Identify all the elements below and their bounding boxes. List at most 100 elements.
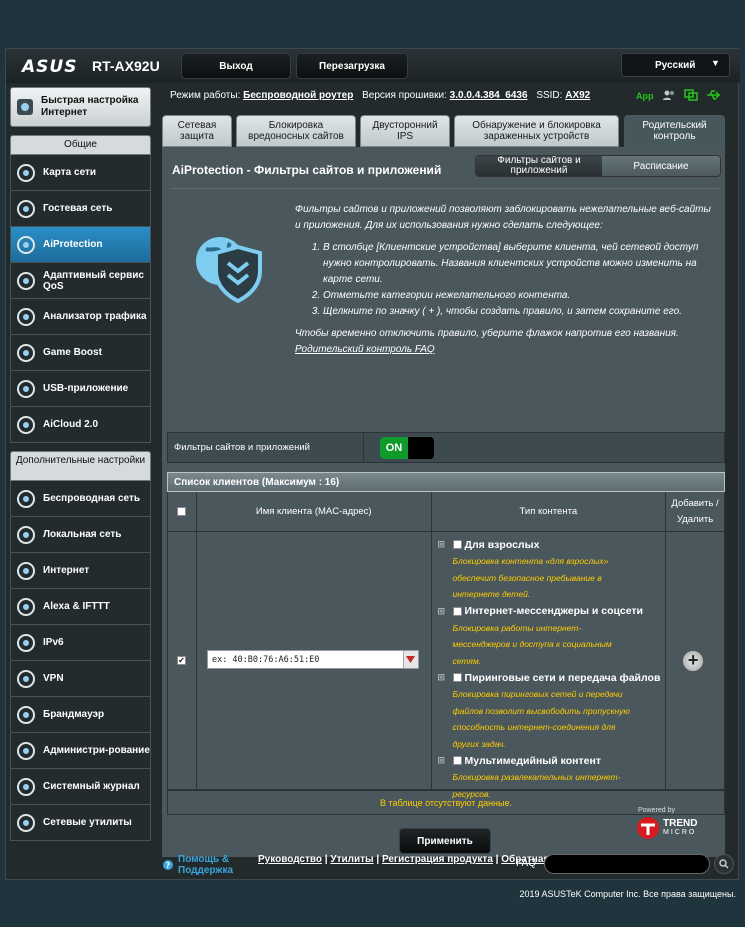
app-label[interactable]: App: [636, 91, 654, 101]
tab-parental-control[interactable]: Родительский контроль: [624, 115, 725, 147]
sidebar-item-label: USB-приложение: [43, 383, 129, 394]
sidebar-item-qos[interactable]: Адаптивный сервис QoS: [10, 263, 151, 299]
qos-icon: [15, 270, 37, 292]
sidebar-item-label: Сетевые утилиты: [43, 817, 132, 828]
client-mac-input[interactable]: ex: 40:B0:76:A6:51:E0: [206, 650, 419, 669]
filter-enable-switch[interactable]: ON: [380, 436, 434, 459]
wireless-icon: [15, 488, 37, 510]
expand-icon[interactable]: ⊞: [438, 606, 447, 617]
general-group-header: Общие: [10, 135, 151, 155]
firmware-link[interactable]: 3.0.0.4.384_6436: [450, 90, 528, 101]
subpage-switch: Фильтры сайтов и приложений Расписание: [475, 155, 721, 177]
client-list-dropdown-icon[interactable]: [402, 651, 418, 668]
tab-web-app-filters[interactable]: Фильтры сайтов и приложений: [476, 156, 602, 176]
admin-icon: [15, 740, 37, 762]
content-type-cell: ⊞ Для взрослых Блокировка контента «для в…: [432, 532, 667, 799]
sidebar-item-label: Администри-рование: [43, 745, 150, 756]
lan-icon: [15, 524, 37, 546]
sidebar-item-wireless[interactable]: Беспроводная сеть: [10, 481, 151, 517]
category-adult-checkbox[interactable]: [452, 540, 462, 549]
traffic-analyzer-icon: [15, 306, 37, 328]
switch-on-label: ON: [380, 436, 408, 459]
vpn-icon: [15, 668, 37, 690]
ipv6-icon: [15, 632, 37, 654]
sidebar-item-tools[interactable]: Сетевые утилиты: [10, 805, 151, 841]
utilities-link[interactable]: Утилиты: [330, 854, 373, 865]
sidebar-item-syslog[interactable]: Системный журнал: [10, 769, 151, 805]
sidebar-item-ipv6[interactable]: IPv6: [10, 625, 151, 661]
tab-malicious-sites[interactable]: Блокировка вредоносных сайтов: [236, 115, 356, 147]
registration-link[interactable]: Регистрация продукта: [382, 854, 493, 865]
help-icon: ?: [163, 860, 173, 870]
model-name: RT-AX92U: [92, 58, 160, 74]
syslog-icon: [15, 776, 37, 798]
sidebar-item-label: Адаптивный сервис QoS: [43, 269, 144, 292]
tab-network-protection[interactable]: Сетевая защита: [162, 115, 232, 147]
copyright: 2019 ASUSTeK Computer Inc. Все права защ…: [519, 889, 736, 899]
expand-icon[interactable]: ⊞: [438, 755, 447, 766]
usb-status-icon[interactable]: [706, 89, 722, 103]
apply-button[interactable]: Применить: [399, 828, 491, 854]
sidebar-item-label: Беспроводная сеть: [43, 493, 141, 504]
sidebar-item-label: AiProtection: [43, 239, 103, 250]
expand-icon[interactable]: ⊞: [438, 539, 447, 550]
sidebar-item-label: Интернет: [43, 565, 90, 576]
network-icon[interactable]: [683, 89, 698, 103]
sidebar-item-aiprotection[interactable]: AiProtection: [10, 227, 151, 263]
trend-micro-ball-icon: [637, 817, 659, 839]
sidebar-item-label: Брандмауэр: [43, 709, 105, 720]
clients-icon[interactable]: [662, 89, 676, 103]
advanced-group-header: Дополнительные настройки: [10, 451, 151, 481]
category-streaming-checkbox[interactable]: [452, 756, 462, 765]
title-divider: [172, 188, 720, 189]
parental-control-faq-link[interactable]: Родительский контроль FAQ: [295, 344, 435, 355]
category-streaming: ⊞ Мультимедийный контент Блокировка развл…: [437, 754, 621, 799]
search-icon[interactable]: [714, 854, 734, 874]
sidebar-item-admin[interactable]: Администри-рование: [10, 733, 151, 769]
category-p2p: ⊞ Пиринговые сети и передача файлов Блоки…: [437, 671, 661, 749]
op-mode-link[interactable]: Беспроводной роутер: [243, 90, 353, 101]
table-header-row: Имя клиента (MAC-адрес) Тип контента Доб…: [167, 492, 726, 532]
tab-schedule[interactable]: Расписание: [602, 156, 720, 176]
sidebar-item-guest-network[interactable]: Гостевая сеть: [10, 191, 151, 227]
tools-icon: [15, 812, 37, 834]
sidebar-item-globe[interactable]: Интернет: [10, 553, 151, 589]
row-checkbox[interactable]: ✔: [177, 656, 186, 665]
add-rule-button[interactable]: +: [682, 650, 705, 672]
faq-search-input[interactable]: [544, 854, 710, 874]
asus-logo: ASUS: [22, 57, 78, 77]
quick-setup-button[interactable]: Быстрая настройка Интернет: [10, 87, 151, 127]
tab-two-way-ips[interactable]: Двусторонний IPS: [360, 115, 450, 147]
sidebar-item-usb[interactable]: USB-приложение: [10, 371, 151, 407]
cloud-icon: [15, 414, 37, 436]
help-support-link[interactable]: ? Помощь & Поддержка: [162, 854, 238, 876]
sidebar-item-label: Alexa & IFTTT: [43, 601, 110, 612]
main-panel: AiProtection - Фильтры сайтов и приложен…: [162, 147, 726, 857]
network-map-icon: [15, 162, 37, 184]
sidebar-item-gamepad[interactable]: Game Boost: [10, 335, 151, 371]
expand-icon[interactable]: ⊞: [438, 672, 447, 683]
select-all-checkbox[interactable]: [177, 507, 187, 516]
reboot-button[interactable]: Перезагрузка: [296, 53, 408, 79]
logout-button[interactable]: Выход: [181, 53, 291, 79]
sidebar-item-network-map[interactable]: Карта сети: [10, 155, 151, 191]
sidebar-item-cloud[interactable]: AiCloud 2.0: [10, 407, 151, 443]
sidebar-item-label: IPv6: [43, 637, 64, 648]
col-content-type: Тип контента: [431, 492, 667, 532]
sidebar-item-lan[interactable]: Локальная сеть: [10, 517, 151, 553]
faq-label: FAQ: [516, 858, 537, 869]
sidebar-item-firewall[interactable]: Брандмауэр: [10, 697, 151, 733]
language-select[interactable]: Русский ▼: [621, 53, 730, 77]
ssid-link[interactable]: AX92: [565, 90, 590, 101]
sidebar-item-alexa[interactable]: Alexa & IFTTT: [10, 589, 151, 625]
sidebar-item-label: Системный журнал: [43, 781, 140, 792]
usb-icon: [15, 378, 37, 400]
tab-infected-devices[interactable]: Обнаружение и блокировка зараженных устр…: [454, 115, 619, 147]
category-p2p-checkbox[interactable]: [452, 673, 462, 682]
category-im-checkbox[interactable]: [452, 606, 462, 616]
svg-text:?: ?: [166, 861, 171, 870]
sidebar-item-traffic-analyzer[interactable]: Анализатор трафика: [10, 299, 151, 335]
sidebar-item-vpn[interactable]: VPN: [10, 661, 151, 697]
filter-enable-row: Фильтры сайтов и приложений ON: [167, 432, 725, 463]
manual-link[interactable]: Руководство: [258, 854, 322, 865]
